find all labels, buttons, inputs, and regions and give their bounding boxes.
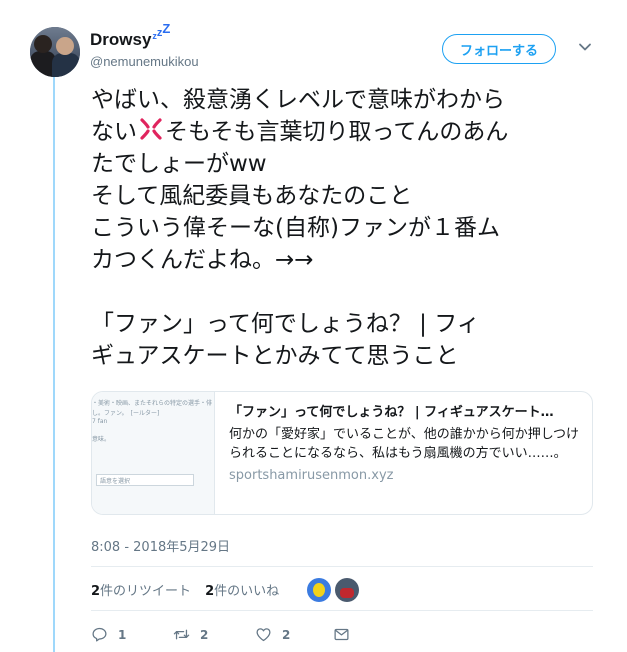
chevron-down-icon[interactable] (578, 40, 592, 54)
retweet-button[interactable]: 2 (173, 626, 208, 643)
anger-symbol-icon (140, 118, 162, 140)
avatar[interactable] (30, 27, 80, 77)
retweet-stat[interactable]: 2件のリツイート (91, 580, 191, 599)
like-count: 2 (282, 627, 291, 642)
retweet-icon (173, 629, 190, 640)
reply-button[interactable]: 1 (91, 626, 126, 643)
card-description: 何かの「愛好家」でいることが、他の誰かから何か押しつけられることになるなら、私は… (229, 427, 579, 461)
user-handle[interactable]: @nemunemukikou (90, 54, 199, 69)
reply-count: 1 (118, 627, 127, 642)
follow-button[interactable]: フォローする (442, 34, 556, 64)
user-name-block[interactable]: DrowsyzzZ @nemunemukikou (90, 21, 199, 69)
thread-connector-line (53, 72, 55, 652)
liker-avatar[interactable] (335, 578, 359, 602)
divider (91, 610, 593, 611)
tweet-line: こういう偉そーな(自称)ファンが１番ム (91, 215, 500, 241)
tweet-actions: 1 2 2 (91, 626, 391, 644)
liker-avatars (307, 578, 363, 602)
heart-icon (256, 628, 271, 642)
tweet-line: 「ファン」って何でしょうね？ | フィ (91, 311, 480, 337)
card-title[interactable]: 「ファン」って何でしょうね？ | フィギュアスケート… (229, 404, 579, 422)
divider (91, 566, 593, 567)
card-thumbnail: ・美術・映画、またそれらの特定の選手・俳 し。ファン。 [ールター] 7 fan… (92, 392, 215, 514)
retweet-count: 2 (200, 627, 209, 642)
tweet-timestamp[interactable]: 8:08 - 2018年5月29日 (91, 536, 230, 555)
zzz-emoji: zzZ (152, 21, 171, 41)
liker-avatar[interactable] (307, 578, 331, 602)
envelope-icon (334, 628, 349, 641)
display-name[interactable]: Drowsy (90, 30, 151, 50)
tweet-line: ギュアスケートとかみてて思うこと (91, 343, 459, 369)
tweet-line: たでしょーがww (91, 151, 267, 177)
tweet-line: ない そもそも言葉切り取ってんのあん (91, 116, 611, 148)
card-domain: sportshamirusenmon.xyz (229, 468, 394, 483)
like-stat[interactable]: 2件のいいね (205, 580, 279, 599)
tweet-line: やばい、殺意湧くレベルで意味がわから (91, 87, 505, 113)
reply-icon (92, 627, 107, 642)
engagement-stats: 2件のリツイート 2件のいいね (91, 580, 279, 599)
tweet-line: そして風紀委員もあなたのこと (91, 183, 413, 209)
tweet-line: カつくんだよね。→→ (91, 247, 314, 273)
tweet-text: やばい、殺意湧くレベルで意味がわから ない そもそも言葉切り取ってんのあん たで… (91, 84, 611, 372)
like-button[interactable]: 2 (255, 626, 290, 643)
direct-message-button[interactable] (333, 626, 350, 643)
link-card[interactable]: ・美術・映画、またそれらの特定の選手・俳 し。ファン。 [ールター] 7 fan… (91, 391, 593, 515)
